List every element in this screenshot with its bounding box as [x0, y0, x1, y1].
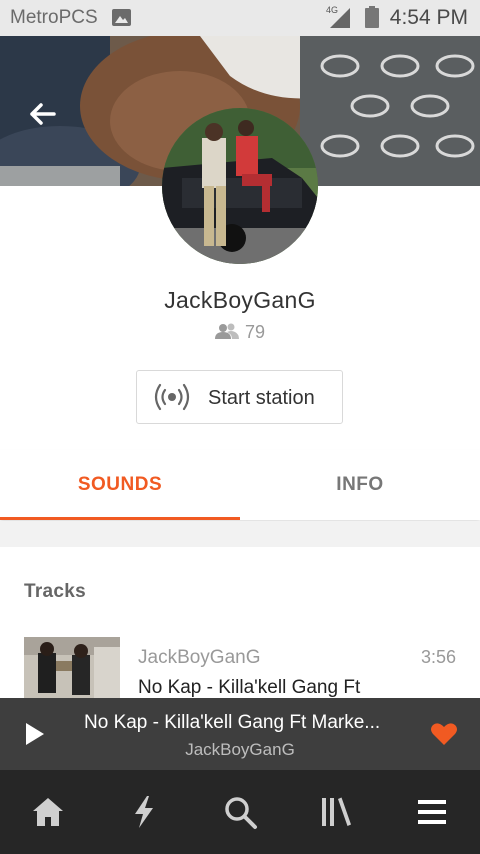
artist-avatar	[162, 108, 318, 264]
mini-player[interactable]: No Kap - Killa'kell Gang Ft Marke... Jac…	[0, 698, 480, 770]
start-station-button[interactable]: Start station	[136, 370, 343, 424]
player-artist: JackBoyGanG	[185, 740, 295, 759]
section-divider	[0, 521, 480, 547]
artist-name: JackBoyGanG	[164, 287, 316, 313]
player-track-title: No Kap - Killa'kell Gang Ft Marke...	[84, 712, 381, 733]
nav-stream[interactable]	[96, 770, 192, 854]
menu-icon	[418, 800, 446, 824]
radio-broadcast-icon	[154, 383, 190, 411]
bottom-navigation	[0, 770, 480, 854]
clock: 4:54 PM	[389, 6, 468, 29]
signal-icon: 4G	[326, 5, 350, 28]
nav-menu[interactable]	[384, 770, 480, 854]
nav-search[interactable]	[192, 770, 288, 854]
tracks-heading: Tracks	[24, 581, 87, 602]
battery-icon	[365, 6, 379, 28]
home-icon	[33, 798, 63, 826]
followers-count[interactable]: 79	[0, 322, 480, 343]
track-row[interactable]: JackBoyGanG 3:56 No Kap - Killa'kell Gan…	[0, 637, 480, 699]
start-station-label: Start station	[208, 387, 315, 409]
nav-home[interactable]	[0, 770, 96, 854]
image-notification-icon	[112, 9, 131, 26]
profile-tabs: SOUNDS INFO	[0, 450, 480, 520]
tab-info[interactable]: INFO	[240, 450, 480, 520]
people-icon	[214, 323, 239, 339]
track-duration: 3:56	[420, 647, 456, 667]
search-icon	[225, 797, 257, 829]
arrow-back-icon[interactable]	[22, 94, 62, 134]
heart-icon[interactable]	[430, 722, 458, 746]
tab-sounds[interactable]: SOUNDS	[0, 450, 240, 520]
nav-library[interactable]	[288, 770, 384, 854]
active-tab-indicator	[0, 517, 240, 520]
track-artwork	[24, 637, 120, 699]
status-bar: MetroPCS 4G 4:54 PM	[0, 0, 480, 36]
network-label: 4G	[326, 5, 338, 15]
library-icon	[322, 797, 351, 826]
followers-value: 79	[244, 322, 266, 342]
stream-bolt-icon	[135, 796, 153, 828]
track-artist: JackBoyGanG	[138, 647, 261, 668]
carrier-label: MetroPCS	[10, 7, 98, 28]
track-title: No Kap - Killa'kell Gang Ft	[138, 677, 361, 698]
